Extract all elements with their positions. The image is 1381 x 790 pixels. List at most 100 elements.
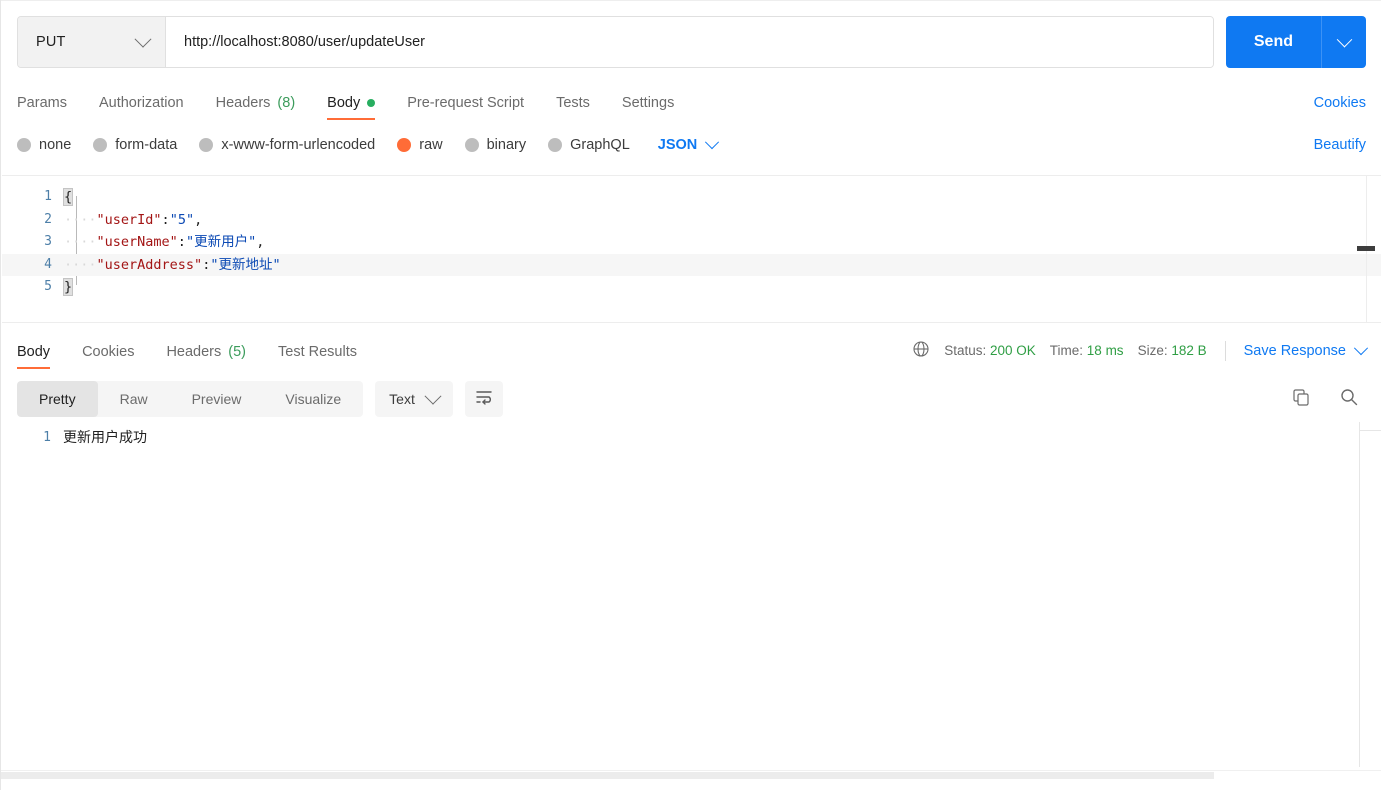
radio-selected-icon	[397, 138, 412, 152]
headers-count: (8)	[277, 95, 296, 111]
tab-label: Body	[327, 95, 361, 111]
status-label: Status:	[944, 343, 987, 358]
copy-button[interactable]	[1284, 382, 1318, 416]
tab-authorization[interactable]: Authorization	[99, 95, 184, 120]
tab-body[interactable]: Body	[327, 95, 376, 120]
tab-tests[interactable]: Tests	[556, 95, 590, 120]
url-input[interactable]	[182, 33, 1197, 51]
method-url-group: PUT	[17, 16, 1214, 68]
body-type-binary[interactable]: binary	[464, 137, 527, 153]
indent-dots: ····	[64, 234, 97, 250]
response-tab-cookies[interactable]: Cookies	[82, 344, 134, 369]
line-number: 3	[44, 234, 52, 249]
line-number: 2	[44, 211, 52, 227]
radio-icon	[93, 138, 108, 152]
chevron-down-icon	[1353, 340, 1369, 355]
view-mode-raw[interactable]: Raw	[98, 381, 170, 417]
http-method-dropdown[interactable]: PUT	[18, 17, 166, 67]
response-tab-body[interactable]: Body	[17, 344, 51, 369]
brace-open: {	[62, 188, 74, 206]
request-tab-bar: Params Authorization Headers (8) Body Pr…	[1, 82, 1381, 120]
response-code-line: 1 更新用户成功	[1, 422, 1381, 447]
brace-close: }	[62, 278, 74, 296]
radio-icon	[199, 138, 214, 152]
tab-headers[interactable]: Headers (8)	[216, 95, 296, 120]
tab-params[interactable]: Params	[17, 95, 67, 120]
tab-label: Authorization	[98, 95, 184, 111]
tab-settings[interactable]: Settings	[622, 95, 674, 120]
line-number: 1	[43, 429, 51, 445]
size-label: Size:	[1137, 343, 1168, 358]
bottom-border	[1, 770, 1381, 771]
json-colon: :	[177, 234, 186, 250]
response-tab-test-results[interactable]: Test Results	[278, 344, 357, 369]
send-options-button[interactable]	[1322, 16, 1366, 68]
url-bar: PUT Send	[1, 0, 1381, 84]
cookies-link[interactable]: Cookies	[1314, 95, 1366, 120]
word-wrap-button[interactable]	[464, 381, 503, 417]
copy-icon	[1291, 387, 1311, 412]
code-line: 2 ····"userId":"5",	[2, 209, 1381, 232]
body-type-raw[interactable]: raw	[397, 137, 443, 153]
body-type-label: GraphQL	[570, 137, 630, 153]
radio-icon	[548, 138, 563, 152]
response-tab-headers[interactable]: Headers (5)	[166, 344, 246, 369]
globe-icon[interactable]	[912, 340, 930, 361]
tab-pre-request-script[interactable]: Pre-request Script	[407, 95, 524, 120]
raw-format-dropdown[interactable]: JSON	[657, 135, 720, 153]
url-input-wrapper[interactable]	[166, 17, 1213, 67]
request-body-editor[interactable]: 1 { 2 ····"userId":"5", 3 ····"userName"…	[2, 175, 1381, 323]
beautify-label: Beautify	[1313, 137, 1366, 153]
code-text: ····"userName":"更新用户",	[64, 231, 264, 254]
body-type-label: form-data	[115, 137, 178, 153]
response-body-text: 更新用户成功	[63, 430, 147, 446]
view-mode-visualize[interactable]: Visualize	[263, 381, 363, 417]
body-type-label: raw	[419, 137, 443, 153]
editor-scrollbar-thumb[interactable]	[1357, 246, 1375, 251]
chevron-down-icon	[424, 387, 442, 405]
code-line-current: 4 ····"userAddress":"更新地址"	[2, 253, 1381, 276]
response-body-viewer[interactable]: 1 更新用户成功	[1, 422, 1381, 770]
raw-format-label: JSON	[657, 137, 698, 153]
code-text: }	[62, 276, 74, 299]
save-response-button[interactable]: Save Response	[1244, 340, 1369, 359]
beautify-button[interactable]: Beautify	[1314, 136, 1366, 154]
body-type-label: none	[39, 137, 72, 153]
time-label: Time:	[1049, 343, 1084, 358]
json-value: "更新地址"	[210, 256, 281, 273]
body-type-none[interactable]: none	[17, 137, 71, 153]
json-key: "userName"	[96, 234, 178, 250]
body-type-form-data[interactable]: form-data	[93, 137, 177, 153]
code-line: 1 {	[2, 186, 1381, 209]
json-comma: ,	[194, 211, 203, 228]
tab-label: Params	[17, 95, 67, 111]
response-toolbar: Pretty Raw Preview Visualize Text	[1, 376, 1381, 422]
body-type-graphql[interactable]: GraphQL	[548, 137, 630, 153]
divider	[1224, 340, 1226, 361]
indent-dots: ····	[64, 256, 97, 273]
search-button[interactable]	[1332, 382, 1366, 416]
body-type-label: binary	[486, 137, 527, 153]
tab-label: Test Results	[278, 344, 357, 360]
send-button[interactable]: Send	[1226, 16, 1322, 68]
body-type-label: x-www-form-urlencoded	[221, 137, 376, 153]
send-button-group[interactable]: Send	[1225, 16, 1366, 68]
tab-label: Headers	[215, 95, 271, 111]
body-type-x-www-form-urlencoded[interactable]: x-www-form-urlencoded	[199, 137, 375, 153]
status-code: Status: 200 OK	[944, 343, 1036, 358]
response-format-dropdown[interactable]: Text	[375, 381, 453, 417]
view-mode-pretty[interactable]: Pretty	[17, 381, 98, 417]
code-line: 3 ····"userName":"更新用户",	[2, 231, 1381, 254]
radio-icon	[17, 138, 31, 152]
response-tab-bar: Body Cookies Headers (5) Test Results St…	[1, 331, 1381, 369]
horizontal-scrollbar[interactable]	[1, 772, 1214, 779]
code-area[interactable]: 1 { 2 ····"userId":"5", 3 ····"userName"…	[2, 176, 1381, 299]
status-value: 200 OK	[990, 343, 1036, 358]
json-value: "更新用户"	[185, 234, 257, 250]
time-value: 18 ms	[1086, 343, 1124, 358]
view-mode-preview[interactable]: Preview	[170, 381, 264, 417]
json-value: "5"	[169, 211, 195, 228]
tab-label: Tests	[556, 95, 590, 111]
response-vertical-divider	[1359, 422, 1360, 767]
body-type-row: none form-data x-www-form-urlencoded raw…	[1, 128, 1381, 162]
